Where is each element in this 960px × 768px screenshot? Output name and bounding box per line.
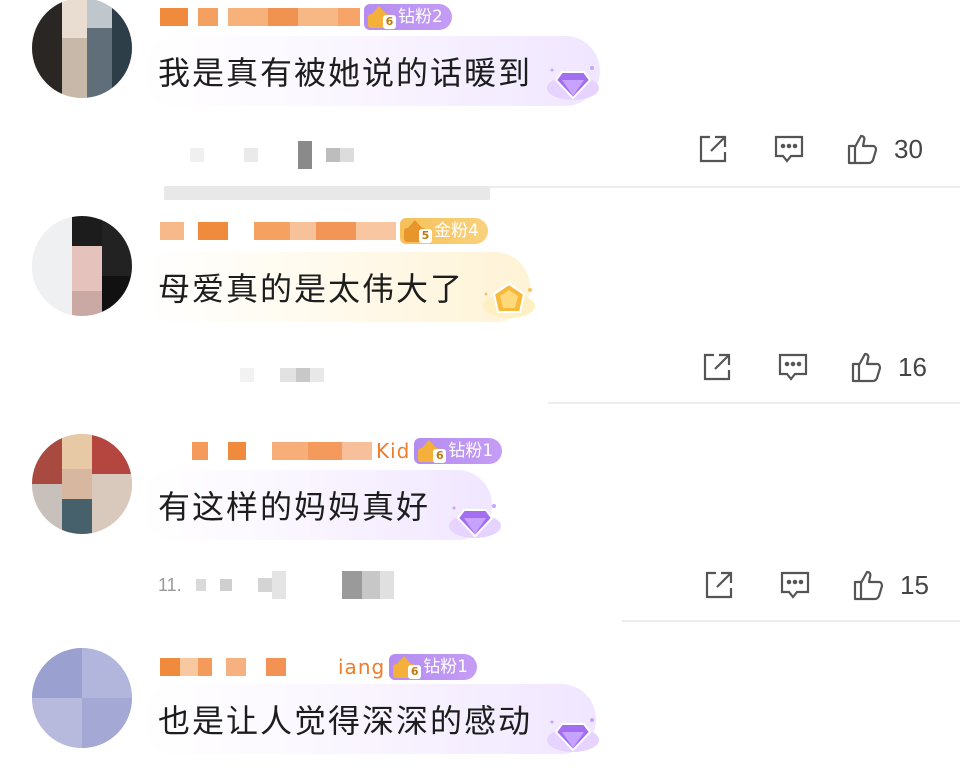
diamond-gem-icon <box>547 718 599 752</box>
badge-label: 金粉4 <box>434 221 479 241</box>
username-blurred[interactable] <box>192 441 372 461</box>
avatar[interactable] <box>32 216 132 316</box>
divider <box>548 402 960 404</box>
comment-bubble[interactable]: 有这样的妈妈真好 <box>140 470 492 540</box>
diamond-gem-icon <box>547 66 599 100</box>
comment-item: Kid 6 钻粉1 有这样的妈妈真好 11. 15 <box>0 424 960 624</box>
comment-meta-blurred <box>240 360 324 390</box>
comment-item: iang 6 钻粉1 也是让人觉得深深的感动 <box>0 644 960 768</box>
username-row: iang 6 钻粉1 <box>160 654 478 680</box>
comment-meta-blurred <box>190 140 354 170</box>
username-row: Kid 6 钻粉1 <box>192 438 503 464</box>
fan-badge[interactable]: 6 钻粉2 <box>364 4 452 30</box>
comment-bubble[interactable]: 母爱真的是太伟大了 <box>140 252 530 322</box>
share-icon[interactable] <box>702 568 736 602</box>
crown-icon: 6 <box>393 656 422 679</box>
username-blurred[interactable] <box>160 7 360 27</box>
thumbs-up-icon[interactable] <box>852 568 886 602</box>
comment-icon[interactable] <box>772 132 806 166</box>
comment-time: 11. <box>158 574 182 595</box>
comment-bubble[interactable]: 我是真有被她说的话暖到 <box>140 36 600 106</box>
comment-item: 5 金粉4 母爱真的是太伟大了 16 <box>0 206 960 406</box>
share-icon[interactable] <box>700 350 734 384</box>
crown-icon: 5 <box>404 220 432 243</box>
divider <box>622 620 960 622</box>
comment-text: 也是让人觉得深深的感动 <box>158 702 533 740</box>
share-icon[interactable] <box>696 132 730 166</box>
like-count: 16 <box>898 352 927 382</box>
avatar[interactable] <box>32 434 132 534</box>
username-row: 5 金粉4 <box>160 218 488 244</box>
comment-meta: 11. <box>158 570 394 600</box>
username-row: 6 钻粉2 <box>160 4 452 30</box>
thumbs-up-icon[interactable] <box>846 132 880 166</box>
diamond-gem-icon <box>449 504 501 538</box>
like-count: 30 <box>894 134 923 164</box>
crown-icon: 6 <box>418 440 447 463</box>
divider <box>490 186 960 188</box>
reply-placeholder-bar <box>164 186 490 200</box>
fan-badge[interactable]: 6 钻粉1 <box>389 654 478 680</box>
fan-badge[interactable]: 5 金粉4 <box>400 218 488 244</box>
thumbs-up-icon[interactable] <box>850 350 884 384</box>
avatar[interactable] <box>32 648 132 748</box>
username-tail[interactable]: Kid <box>376 441 410 461</box>
comment-icon[interactable] <box>776 350 810 384</box>
username-blurred[interactable] <box>160 221 396 241</box>
avatar[interactable] <box>32 0 132 98</box>
badge-label: 钻粉2 <box>398 7 443 27</box>
gold-gem-icon <box>483 282 535 318</box>
comment-icon[interactable] <box>778 568 812 602</box>
username-blurred[interactable] <box>160 657 334 677</box>
comment-text: 母爱真的是太伟大了 <box>158 270 465 308</box>
badge-label: 钻粉1 <box>448 441 494 461</box>
comment-text: 我是真有被她说的话暖到 <box>158 54 533 92</box>
comment-item: 6 钻粉2 我是真有被她说的话暖到 30 <box>0 0 960 200</box>
fan-badge[interactable]: 6 钻粉1 <box>414 438 503 464</box>
badge-label: 钻粉1 <box>423 657 469 677</box>
username-tail[interactable]: iang <box>338 657 385 677</box>
comment-text: 有这样的妈妈真好 <box>158 488 431 526</box>
comment-bubble[interactable]: 也是让人觉得深深的感动 <box>140 684 596 754</box>
crown-icon: 6 <box>368 6 396 29</box>
like-count: 15 <box>900 570 929 600</box>
